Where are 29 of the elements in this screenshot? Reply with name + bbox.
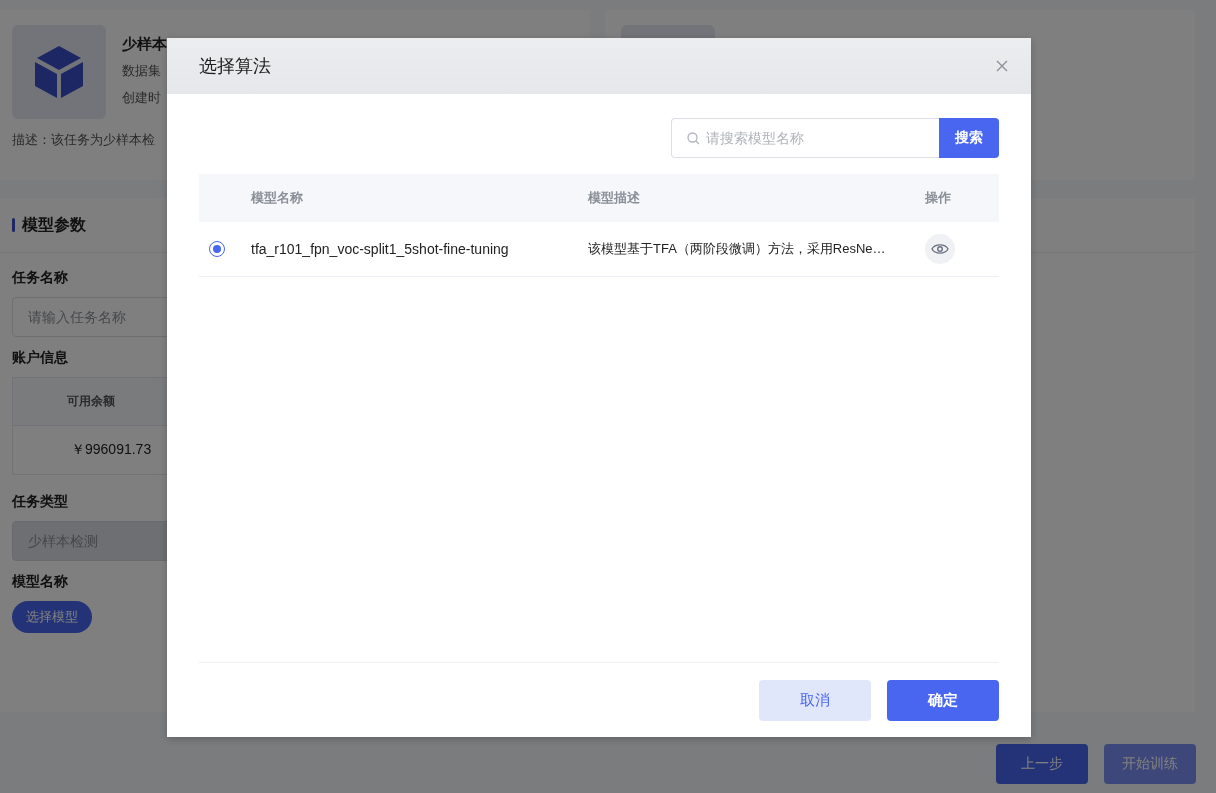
column-header: 模型描述	[588, 189, 641, 207]
cancel-button[interactable]: 取消	[759, 680, 871, 721]
column-header: 操作	[925, 189, 952, 207]
view-button[interactable]	[925, 234, 955, 264]
field-label: 任务名称	[12, 269, 68, 287]
eye-icon	[931, 243, 949, 255]
section-title: 模型参数	[22, 214, 86, 235]
task-title: 少样本	[122, 35, 167, 54]
close-button[interactable]	[995, 59, 1009, 73]
dataset-label: 数据集	[122, 62, 162, 80]
cube-icon	[33, 44, 85, 100]
field-label: 任务类型	[12, 493, 68, 511]
accent-bar	[12, 218, 15, 232]
task-description: 描述：该任务为少样本检	[12, 131, 156, 149]
field-label: 账户信息	[12, 349, 68, 367]
column-header: 模型名称	[251, 189, 304, 207]
previous-button[interactable]: 上一步	[996, 744, 1088, 784]
select-model-button[interactable]: 选择模型	[12, 601, 92, 633]
close-icon	[996, 60, 1008, 72]
field-label: 模型名称	[12, 573, 68, 591]
table-cell-text: ￥996091.73	[70, 440, 153, 459]
radio-button[interactable]	[209, 241, 225, 257]
table-cell-text: tfa_r101_fpn_voc-split1_5shot-fine-tuning	[251, 241, 510, 257]
dialog-title: 选择算法	[199, 55, 271, 78]
search-button[interactable]: 搜索	[939, 118, 999, 158]
confirm-button[interactable]: 确定	[887, 680, 999, 721]
created-label: 创建时	[122, 89, 162, 107]
table-cell-text: 该模型基于TFA（两阶段微调）方法，采用ResNe…	[588, 240, 887, 258]
search-field[interactable]: 请搜索模型名称	[671, 118, 939, 158]
